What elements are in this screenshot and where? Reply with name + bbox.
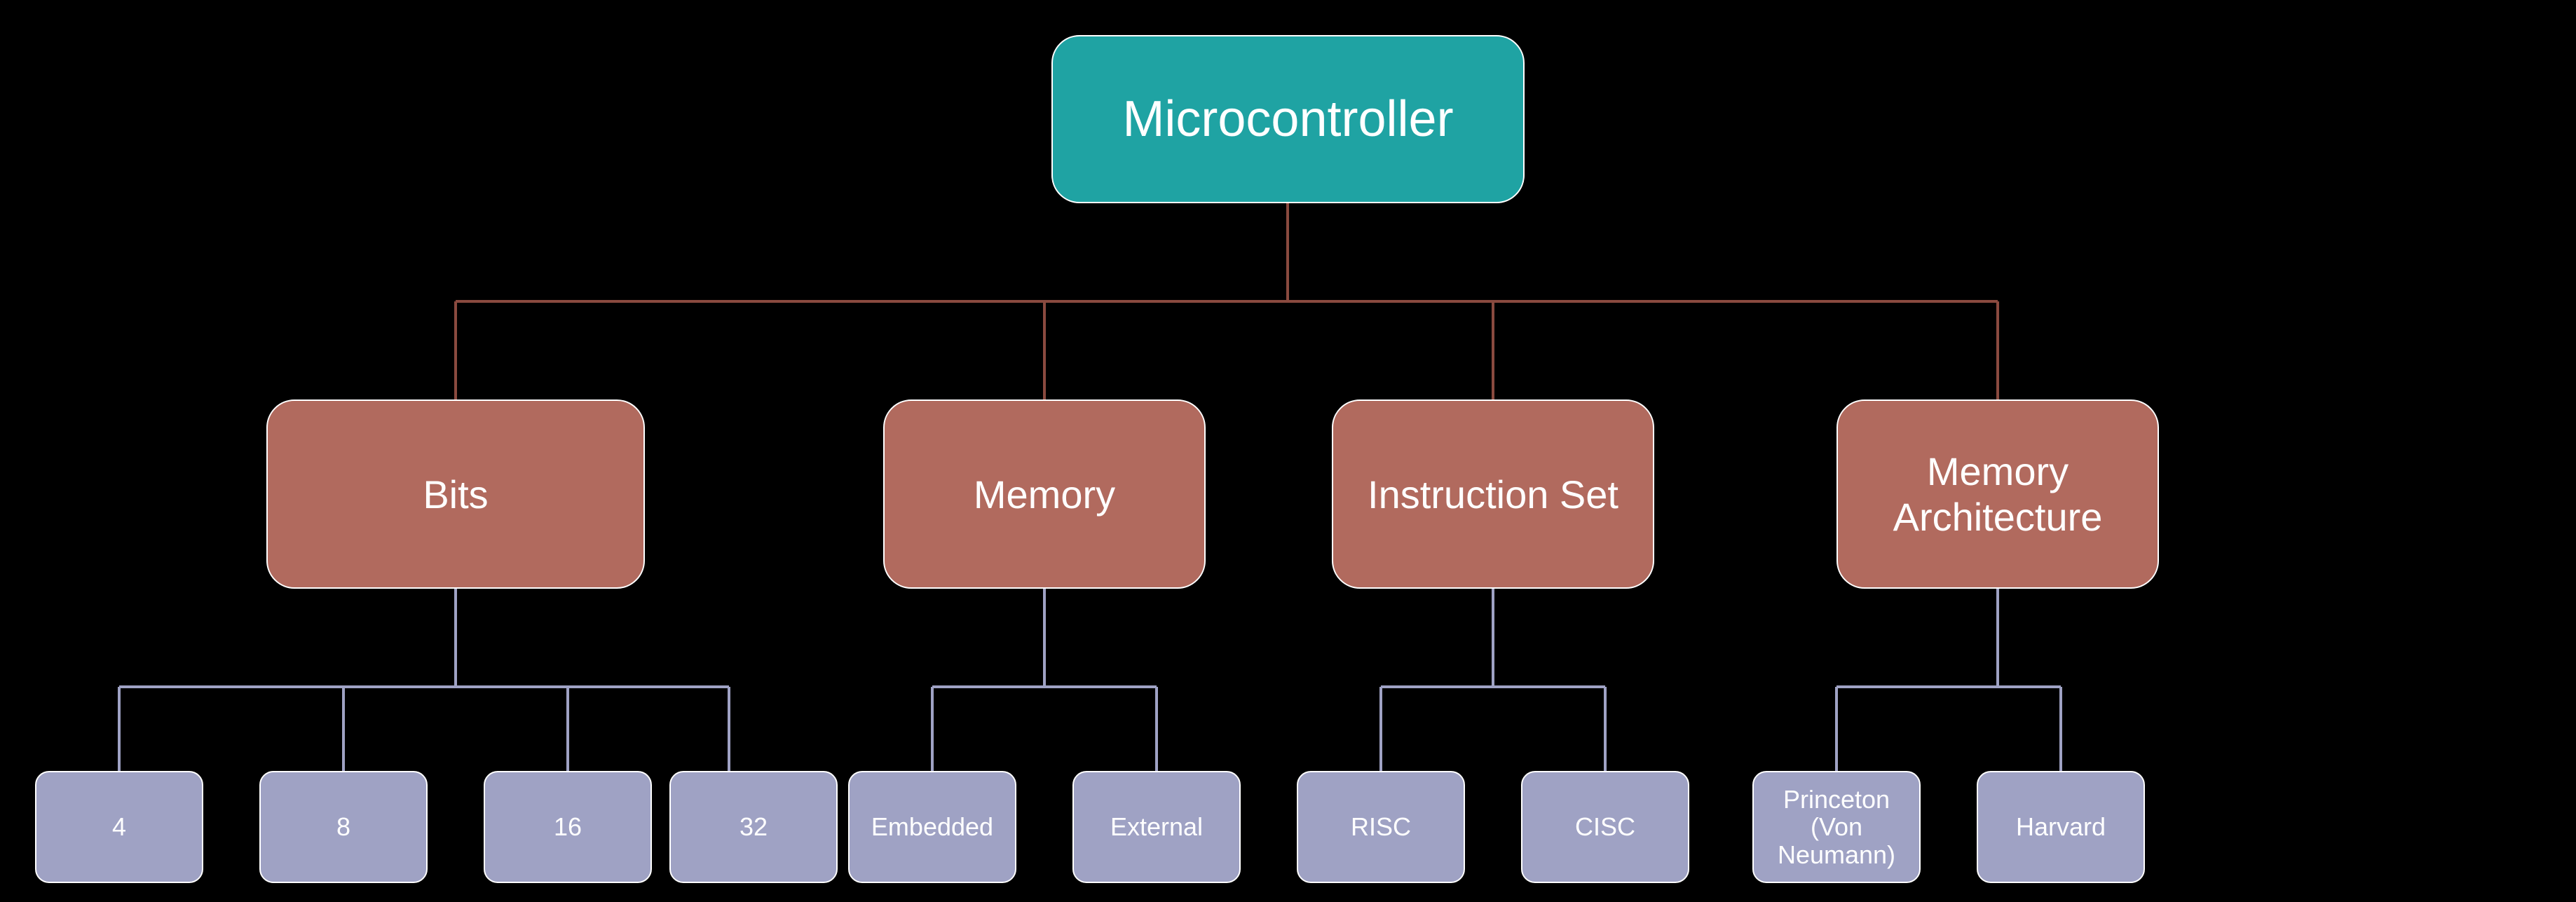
category-label: Instruction Set — [1368, 472, 1618, 517]
leaf-label: RISC — [1351, 813, 1411, 841]
root-label: Microcontroller — [1122, 90, 1453, 148]
leaf-instr-cisc: CISC — [1521, 771, 1689, 883]
category-memory-architecture: Memory Architecture — [1836, 399, 2159, 589]
root-node: Microcontroller — [1051, 35, 1525, 203]
leaf-label: 8 — [336, 813, 350, 841]
category-memory: Memory — [883, 399, 1206, 589]
leaf-connectors — [119, 589, 2061, 771]
leaf-bits-16: 16 — [484, 771, 652, 883]
leaf-bits-8: 8 — [259, 771, 428, 883]
category-bits: Bits — [266, 399, 645, 589]
leaf-memarch-harvard: Harvard — [1977, 771, 2145, 883]
leaf-memarch-princeton: Princeton (Von Neumann) — [1752, 771, 1921, 883]
leaf-bits-32: 32 — [669, 771, 838, 883]
category-label: Bits — [423, 472, 488, 517]
leaf-label: Harvard — [2016, 813, 2106, 841]
category-label: Memory — [974, 472, 1115, 517]
leaf-memory-external: External — [1072, 771, 1241, 883]
leaf-label: Embedded — [871, 813, 993, 841]
leaf-label: 4 — [112, 813, 126, 841]
leaf-label: CISC — [1575, 813, 1635, 841]
leaf-bits-4: 4 — [35, 771, 203, 883]
leaf-instr-risc: RISC — [1297, 771, 1465, 883]
category-instruction-set: Instruction Set — [1332, 399, 1654, 589]
category-label: Memory Architecture — [1838, 449, 2158, 540]
leaf-label: 32 — [740, 813, 768, 841]
leaf-label: External — [1110, 813, 1203, 841]
root-connectors — [456, 203, 1998, 399]
leaf-label: 16 — [554, 813, 582, 841]
leaf-label: Princeton (Von Neumann) — [1754, 786, 1919, 869]
leaf-memory-embedded: Embedded — [848, 771, 1016, 883]
